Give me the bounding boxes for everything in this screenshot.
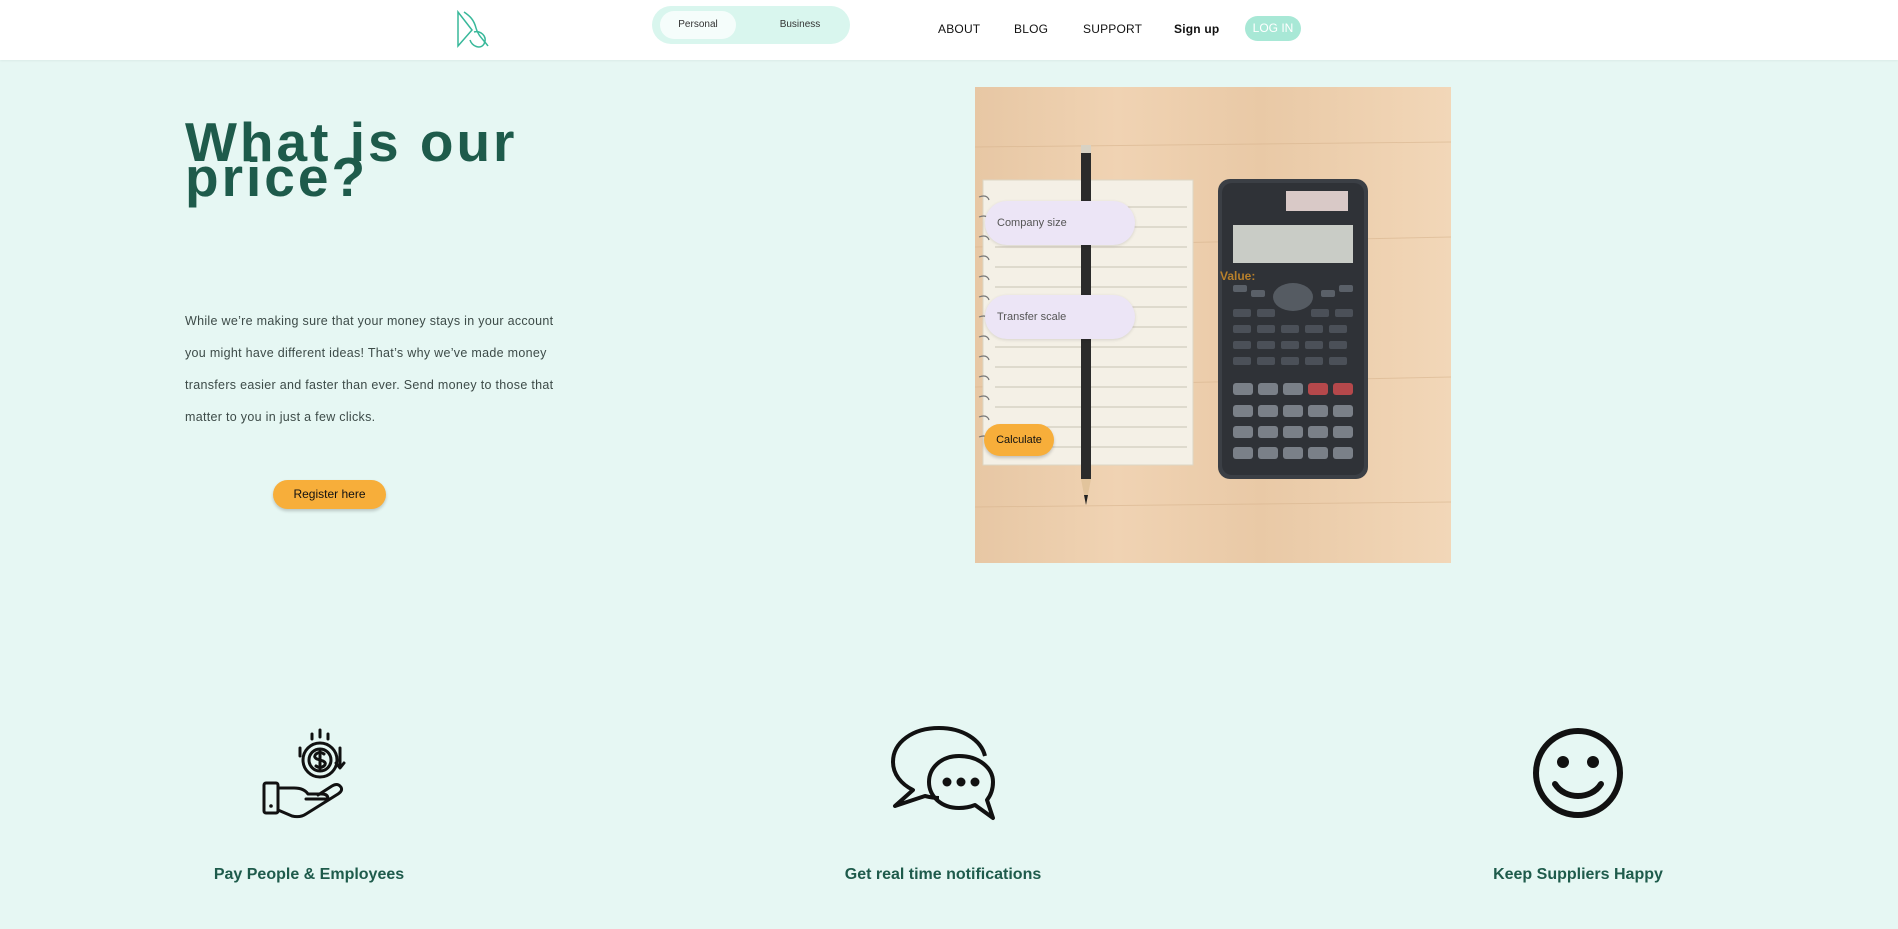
hand-coin-dollar-icon: [262, 728, 346, 819]
login-button[interactable]: LOG IN: [1245, 16, 1301, 41]
calculated-value-label: Value:: [1220, 269, 1256, 283]
chat-bubbles-icon: [891, 726, 995, 820]
nav-about-link[interactable]: ABOUT: [938, 22, 980, 36]
feature-suppliers-label: Keep Suppliers Happy: [1493, 866, 1663, 883]
nav-blog-link[interactable]: BLOG: [1014, 22, 1048, 36]
brand-logo-icon[interactable]: [454, 10, 492, 50]
nav-support-link[interactable]: SUPPORT: [1083, 22, 1142, 36]
page-title: What is our price?: [185, 115, 585, 205]
feature-pay-people-label: Pay People & Employees: [213, 866, 405, 883]
hero-description-line: transfers easier and faster than ever. S…: [185, 378, 554, 392]
hero-description-line: While we’re making sure that your money …: [185, 314, 554, 328]
account-type-toggle: Personal Business: [652, 6, 850, 44]
hero-description-line: you might have different ideas! That’s w…: [185, 346, 547, 360]
calculate-button[interactable]: Calculate: [984, 424, 1054, 456]
business-tab[interactable]: Business: [770, 11, 830, 39]
price-calculator-panel: Company size Transfer scale Value: Calcu…: [975, 87, 1451, 563]
smiley-face-icon: [1533, 728, 1623, 818]
personal-tab[interactable]: Personal: [660, 11, 736, 39]
top-navigation-bar: Personal Business ABOUT BLOG SUPPORT Sig…: [0, 0, 1898, 60]
transfer-scale-input[interactable]: Transfer scale: [985, 295, 1135, 339]
register-button[interactable]: Register here: [273, 480, 386, 509]
hero-description: While we’re making sure that your money …: [185, 305, 570, 433]
feature-notifications-label: Get real time notifications: [844, 866, 1042, 883]
hero-description-line: matter to you in just a few clicks.: [185, 410, 376, 424]
company-size-input[interactable]: Company size: [985, 201, 1135, 245]
signup-link[interactable]: Sign up: [1174, 22, 1219, 36]
